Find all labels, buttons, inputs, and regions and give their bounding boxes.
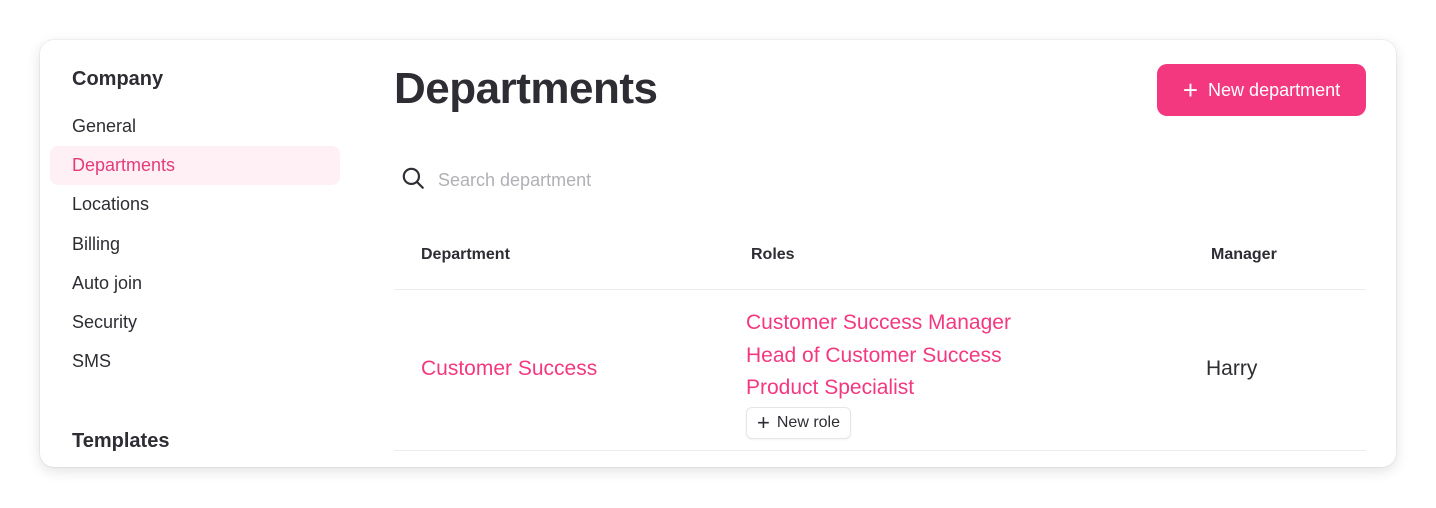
column-header-roles: Roles — [751, 246, 795, 263]
sidebar-item-departments[interactable]: Departments — [50, 146, 340, 185]
role-link[interactable]: Customer Success Manager — [746, 307, 1011, 340]
sidebar-item-sms[interactable]: SMS — [50, 342, 340, 381]
sidebar-item-auto-join[interactable]: Auto join — [50, 264, 340, 303]
new-role-label: New role — [776, 413, 840, 431]
column-header-department: Department — [421, 246, 510, 263]
main-content: Departments + New department Department … — [394, 40, 1366, 467]
department-name-link[interactable]: Customer Success — [421, 357, 597, 381]
settings-card: Company General Departments Locations Bi… — [40, 40, 1396, 467]
sidebar-item-billing[interactable]: Billing — [50, 225, 340, 264]
new-role-button[interactable]: + New role — [746, 406, 851, 439]
page-title: Departments — [394, 64, 658, 113]
sidebar: Company General Departments Locations Bi… — [40, 40, 350, 467]
sidebar-item-label: SMS — [72, 351, 112, 371]
table-header: Department Roles Manager — [394, 230, 1366, 290]
role-link[interactable]: Product Specialist — [746, 372, 1011, 405]
sidebar-section-company-title: Company — [72, 68, 164, 90]
sidebar-item-label: Billing — [72, 234, 121, 254]
search-icon — [400, 165, 426, 196]
sidebar-section-templates-title: Templates — [72, 430, 170, 452]
new-department-label: New department — [1208, 79, 1341, 100]
sidebar-item-locations[interactable]: Locations — [50, 185, 340, 224]
sidebar-item-label: Auto join — [72, 273, 143, 293]
search-input[interactable] — [438, 169, 778, 191]
sidebar-item-label: Security — [72, 312, 138, 332]
manager-name: Harry — [1206, 357, 1258, 380]
search-bar — [400, 164, 800, 196]
table-row: Customer Success Customer Success Manage… — [394, 291, 1366, 451]
sidebar-item-label: Locations — [72, 194, 150, 214]
plus-icon: + — [1182, 75, 1199, 105]
sidebar-item-general[interactable]: General — [50, 107, 340, 146]
role-link[interactable]: Head of Customer Success — [746, 340, 1011, 373]
new-department-button[interactable]: + New department — [1157, 64, 1366, 116]
sidebar-item-label: Departments — [72, 155, 176, 175]
sidebar-item-security[interactable]: Security — [50, 303, 340, 342]
plus-icon: + — [757, 409, 770, 435]
roles-cell: Customer Success Manager Head of Custome… — [746, 307, 1011, 439]
sidebar-item-label: General — [72, 116, 137, 136]
column-header-manager: Manager — [1211, 246, 1277, 263]
